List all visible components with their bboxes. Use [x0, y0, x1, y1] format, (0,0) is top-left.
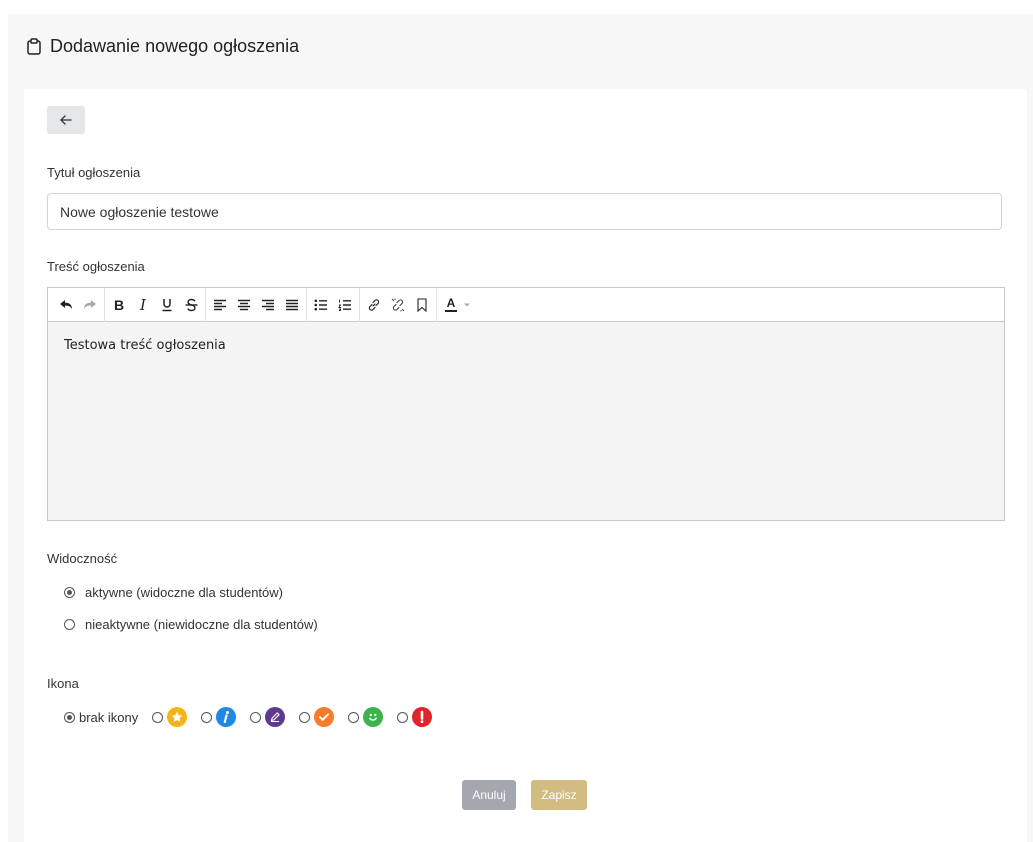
radio-button[interactable] — [152, 711, 164, 723]
text-color-button[interactable]: A — [440, 293, 476, 317]
italic-icon: I — [140, 295, 146, 314]
align-center-button[interactable] — [233, 293, 255, 317]
radio-button[interactable] — [348, 711, 360, 723]
option-label: nieaktywne (niewidoczne dla studentów) — [85, 617, 318, 632]
radio-button[interactable] — [250, 711, 262, 723]
editor-toolbar: B I A — [48, 287, 1004, 322]
italic-button[interactable]: I — [132, 293, 154, 317]
align-right-icon — [262, 299, 274, 310]
icon-option-check[interactable] — [299, 707, 335, 727]
bookmark-icon — [417, 297, 427, 312]
visibility-label: Widoczność — [47, 551, 118, 566]
smiley-icon — [363, 707, 384, 727]
align-center-icon — [238, 299, 250, 310]
align-left-icon — [214, 299, 226, 310]
unlink-icon — [391, 298, 405, 311]
bookmark-button[interactable] — [411, 293, 433, 317]
unlink-button[interactable] — [387, 293, 409, 317]
bullet-list-button[interactable] — [310, 293, 332, 317]
bullet-list-icon — [314, 299, 327, 310]
icon-option-info[interactable] — [201, 707, 237, 727]
icon-option-smiley[interactable] — [348, 707, 384, 727]
align-right-button[interactable] — [257, 293, 279, 317]
numbered-list-button[interactable] — [334, 293, 356, 317]
numbered-list-icon — [338, 299, 351, 311]
radio-button[interactable] — [64, 711, 75, 723]
content-label: Treść ogłoszenia — [47, 259, 145, 274]
pencil-icon — [265, 707, 286, 727]
align-justify-icon — [286, 299, 298, 310]
bold-icon: B — [113, 296, 125, 313]
radio-button[interactable] — [299, 711, 311, 723]
underline-button[interactable] — [156, 293, 178, 317]
undo-icon — [60, 299, 72, 309]
strikethrough-button[interactable] — [180, 293, 202, 317]
page-title: Dodawanie nowego ogłoszenia — [50, 35, 300, 56]
bold-button[interactable]: B — [108, 293, 130, 317]
redo-button[interactable] — [79, 293, 101, 317]
redo-icon — [84, 299, 96, 309]
page-header: Dodawanie nowego ogłoszenia — [26, 36, 299, 56]
info-icon — [216, 707, 237, 727]
save-button[interactable]: Zapisz — [531, 780, 587, 810]
option-label: brak ikony — [79, 709, 139, 725]
link-icon — [368, 298, 380, 311]
star-icon — [167, 707, 188, 727]
chevron-down-icon — [464, 303, 470, 306]
cancel-button[interactable]: Anuluj — [462, 780, 516, 810]
visibility-option-inactive[interactable]: nieaktywne (niewidoczne dla studentów) — [64, 617, 318, 632]
icon-label: Ikona — [47, 676, 79, 691]
back-button[interactable] — [47, 106, 85, 134]
radio-button[interactable] — [64, 619, 75, 630]
align-justify-button[interactable] — [281, 293, 303, 317]
strikethrough-icon — [185, 298, 197, 311]
radio-button[interactable] — [201, 711, 213, 723]
icon-option-none[interactable]: brak ikony — [64, 710, 138, 725]
icon-options: brak ikony — [64, 706, 446, 728]
title-label: Tytuł ogłoszenia — [47, 165, 141, 180]
underline-icon — [162, 298, 172, 311]
icon-option-exclamation[interactable] — [397, 707, 433, 727]
editor-content[interactable]: Testowa treść ogłoszenia — [48, 322, 1004, 520]
checkmark-icon — [314, 707, 335, 727]
align-left-button[interactable] — [209, 293, 231, 317]
clipboard-icon — [26, 37, 42, 55]
icon-option-star[interactable] — [152, 707, 188, 727]
visibility-option-active[interactable]: aktywne (widoczne dla studentów) — [64, 585, 283, 600]
link-button[interactable] — [363, 293, 385, 317]
undo-button[interactable] — [55, 293, 77, 317]
icon-option-pencil[interactable] — [250, 707, 286, 727]
text-color-icon: A — [445, 296, 457, 312]
exclamation-icon — [412, 707, 433, 727]
option-label: aktywne (widoczne dla studentów) — [85, 585, 283, 600]
radio-button[interactable] — [397, 711, 409, 723]
radio-button[interactable] — [64, 587, 75, 598]
arrow-left-icon — [60, 115, 72, 125]
title-input[interactable] — [47, 193, 1002, 230]
rich-text-editor: B I A Testowa treść ogłoszenia — [47, 287, 1005, 521]
